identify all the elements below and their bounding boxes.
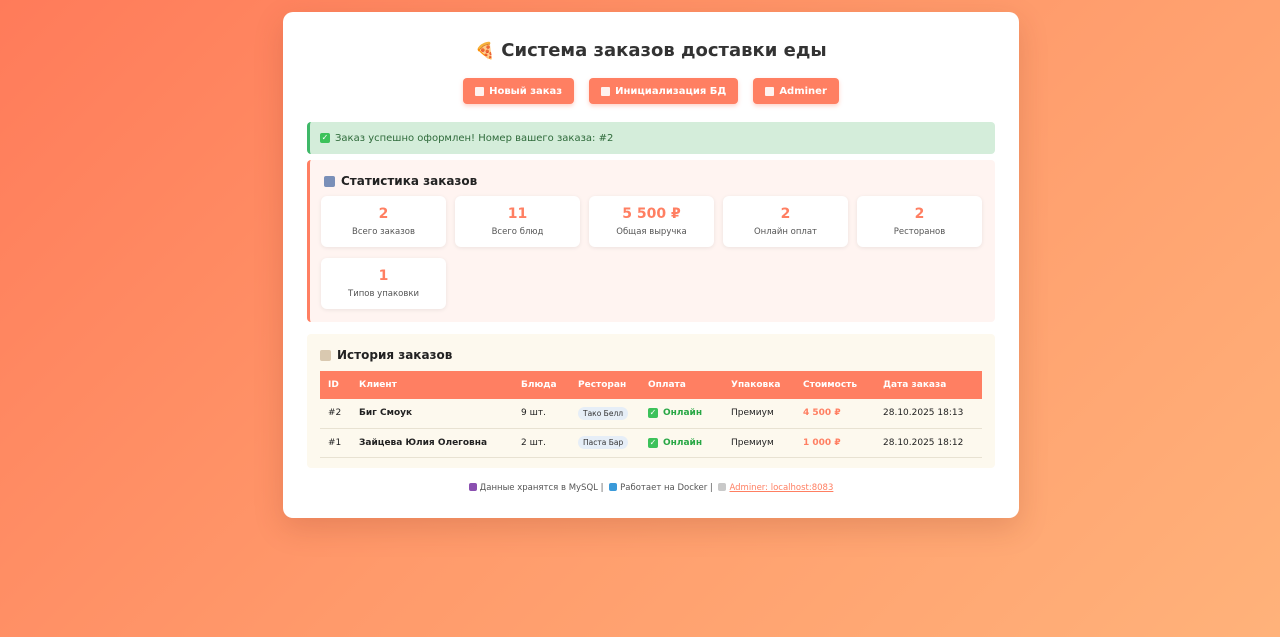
- table-row[interactable]: #1 Зайцева Юлия Олеговна 2 шт. Паста Бар…: [320, 428, 982, 457]
- page-title-text: Система заказов доставки еды: [501, 40, 827, 61]
- order-cost: 4 500 ₽: [803, 408, 841, 419]
- bar-chart-icon: [324, 175, 335, 187]
- column-header[interactable]: ID: [320, 371, 351, 399]
- column-header[interactable]: Клиент: [351, 371, 513, 399]
- floppy-disk-icon: [468, 483, 477, 491]
- alert-text: Заказ успешно оформлен! Номер вашего зак…: [335, 132, 614, 144]
- order-date: 28.10.2025 18:13: [883, 408, 964, 419]
- check-icon: ✓: [648, 408, 658, 419]
- footer-docker-text: Работает на Docker |: [620, 483, 713, 493]
- chart-icon: [765, 86, 775, 96]
- stat-label: Ресторанов: [893, 227, 946, 237]
- notepad-icon: [320, 349, 331, 361]
- stat-value: 2: [780, 206, 791, 222]
- restaurant-cell: Тако Белл: [570, 399, 640, 428]
- stat-value: 1: [378, 268, 389, 284]
- column-header[interactable]: Ресторан: [570, 371, 640, 399]
- init-db-button[interactable]: Инициализация БД: [589, 78, 739, 104]
- new-order-button[interactable]: Новый заказ: [463, 78, 575, 104]
- column-header[interactable]: Упаковка: [723, 371, 795, 399]
- stats-title-text: Статистика заказов: [341, 174, 478, 188]
- packaging: Премиум: [731, 437, 774, 448]
- init-db-label: Инициализация БД: [615, 85, 727, 97]
- stat-card: 2 Всего заказов: [321, 196, 446, 247]
- pizza-icon: 🍕: [475, 41, 496, 60]
- payment-cell: ✓ Онлайн: [640, 428, 723, 457]
- adminer-button[interactable]: Adminer: [753, 78, 839, 104]
- footer: Данные хранятся в MySQL | Работает на Do…: [283, 483, 1019, 493]
- client-name: Биг Смоук: [359, 408, 413, 419]
- stat-card: 5 500 ₽ Общая выручка: [589, 196, 714, 247]
- stat-value: 2: [378, 206, 389, 222]
- footer-mysql-text: Данные хранятся в MySQL |: [479, 483, 604, 493]
- stats-title: Статистика заказов: [324, 174, 477, 188]
- adminer-link[interactable]: Adminer: localhost:8083: [729, 483, 833, 493]
- restaurant-badge: Паста Бар: [578, 436, 629, 449]
- history-title-text: История заказов: [337, 348, 453, 362]
- restaurant-badge: Тако Белл: [578, 406, 629, 420]
- column-header[interactable]: Стоимость: [795, 371, 875, 399]
- stat-label: Онлайн оплат: [753, 227, 818, 237]
- tools-icon: [601, 86, 611, 96]
- check-icon: ✓: [320, 133, 330, 143]
- order-date: 28.10.2025 18:12: [883, 437, 964, 448]
- orders-table: ID Клиент Блюда Ресторан Оплата Упаковка…: [320, 371, 982, 458]
- dishes-count: 9 шт.: [521, 408, 546, 419]
- payment-cell: ✓ Онлайн: [640, 399, 723, 428]
- stat-card: 2 Онлайн оплат: [723, 196, 848, 247]
- payment-status: Онлайн: [663, 408, 703, 419]
- restaurant-cell: Паста Бар: [570, 428, 640, 457]
- client-name: Зайцева Юлия Олеговна: [359, 437, 488, 448]
- column-header[interactable]: Оплата: [640, 371, 723, 399]
- toolbar: Новый заказ Инициализация БД Adminer: [283, 78, 1019, 104]
- dishes-count: 2 шт.: [521, 437, 546, 448]
- stat-card: 11 Всего блюд: [455, 196, 580, 247]
- packaging: Премиум: [731, 408, 774, 419]
- new-order-label: Новый заказ: [489, 85, 563, 97]
- stat-card: 2 Ресторанов: [857, 196, 982, 247]
- stats-panel: Статистика заказов 2 Всего заказов 11 Вс…: [307, 160, 995, 322]
- check-icon: ✓: [648, 437, 658, 448]
- clipboard-icon: [475, 86, 485, 96]
- stat-label: Типов упаковки: [348, 289, 419, 299]
- history-panel: История заказов ID Клиент Блюда Ресторан…: [307, 334, 995, 468]
- column-header[interactable]: Дата заказа: [875, 371, 982, 399]
- stat-label: Всего блюд: [491, 227, 544, 237]
- success-alert: ✓ Заказ успешно оформлен! Номер вашего з…: [307, 122, 995, 154]
- order-id: #2: [328, 408, 342, 419]
- stat-label: Общая выручка: [616, 227, 687, 237]
- main-card: 🍕 Система заказов доставки еды Новый зака…: [283, 12, 1019, 518]
- whale-icon: [609, 483, 618, 491]
- order-cost: 1 000 ₽: [803, 437, 841, 448]
- page-title: 🍕 Система заказов доставки еды: [283, 40, 1019, 61]
- table-row[interactable]: #2 Биг Смоук 9 шт. Тако Белл ✓ Онлайн Пре…: [320, 399, 982, 428]
- adminer-label: Adminer: [779, 85, 827, 97]
- stat-label: Всего заказов: [352, 227, 415, 237]
- stat-value: 11: [507, 206, 528, 222]
- column-header[interactable]: Блюда: [513, 371, 570, 399]
- history-title: История заказов: [320, 348, 452, 362]
- stat-value: 5 500 ₽: [622, 206, 681, 222]
- stat-value: 2: [914, 206, 925, 222]
- table-header-row: ID Клиент Блюда Ресторан Оплата Упаковка…: [320, 371, 982, 399]
- payment-status: Онлайн: [663, 437, 703, 448]
- link-icon: [718, 483, 727, 491]
- stat-card: 1 Типов упаковки: [321, 258, 446, 309]
- order-id: #1: [328, 437, 342, 448]
